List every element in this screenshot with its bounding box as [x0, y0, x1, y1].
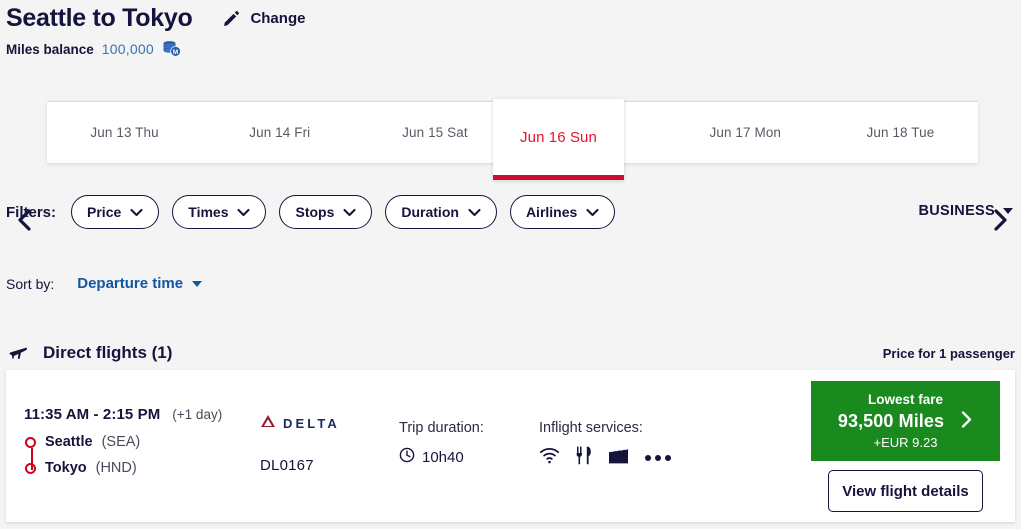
caret-down-icon [192, 280, 203, 287]
duration-label: Trip duration: [399, 420, 484, 436]
filters-row: Filters: Price Times Stops Duration Airl… [6, 195, 616, 229]
origin-dot-icon [25, 436, 36, 448]
origin-row: Seattle (SEA) [24, 429, 222, 455]
filter-stops-button[interactable]: Stops [279, 195, 373, 229]
filter-price-label: Price [87, 204, 122, 220]
change-label: Change [250, 10, 306, 27]
sort-row: Sort by: Departure time [6, 275, 203, 292]
cabin-class-selector[interactable]: BUSINESS [918, 203, 1013, 219]
select-fare-button[interactable]: Lowest fare 93,500 Miles +EUR 9.23 [811, 381, 1000, 461]
flight-times: 11:35 AM - 2:15 PM [24, 406, 161, 423]
page-header: Seattle to Tokyo Change Miles balance 10… [0, 0, 1021, 58]
filter-duration-button[interactable]: Duration [385, 195, 497, 229]
fare-label: Lowest fare [867, 392, 944, 407]
filter-airlines-label: Airlines [525, 204, 578, 220]
entertainment-icon [608, 446, 629, 470]
route-row: Seattle to Tokyo Change [6, 4, 1021, 33]
duration-value-row: 10h40 [399, 447, 484, 468]
more-icon[interactable] [645, 455, 671, 461]
dot [645, 455, 651, 461]
pencil-icon [222, 9, 241, 28]
section-title-group: Direct flights (1) [8, 340, 172, 366]
chevron-down-icon [468, 204, 481, 220]
filter-times-label: Times [188, 204, 229, 220]
date-tab-0[interactable]: Jun 13 Thu [47, 125, 202, 140]
date-strip: Jun 13 Thu Jun 14 Fri Jun 15 Sat Jun 16 … [47, 99, 978, 180]
fare-miles: 93,500 Miles [837, 410, 945, 431]
section-title: Direct flights (1) [43, 343, 173, 362]
route-connector-line [30, 448, 33, 470]
date-tab-2[interactable]: Jun 15 Sat [357, 125, 512, 140]
stops-block: Seattle (SEA) Tokyo (HND) [24, 429, 222, 481]
fare-main-row: 93,500 Miles [838, 410, 973, 432]
results-section-header: Direct flights (1) Price for 1 passenger [8, 340, 1015, 366]
wifi-icon [539, 447, 560, 469]
date-tab-5[interactable]: Jun 18 Tue [823, 125, 978, 140]
meal-icon [576, 446, 592, 470]
duration-block: Trip duration: 10h40 [399, 420, 484, 468]
chevron-down-icon [130, 204, 143, 220]
fare-tax: +EUR 9.23 [873, 435, 938, 450]
miles-balance-label: Miles balance [6, 41, 94, 57]
date-selector: Jun 13 Thu Jun 14 Fri Jun 15 Sat Jun 16 … [0, 88, 1021, 231]
date-tab-4[interactable]: Jun 17 Mon [668, 125, 823, 140]
svg-text:M: M [173, 49, 178, 56]
origin-code: (SEA) [101, 434, 141, 450]
destination-city: Tokyo [45, 460, 87, 476]
date-tab-1[interactable]: Jun 14 Fri [202, 125, 357, 140]
chevron-right-icon [960, 410, 973, 432]
cabin-class-label: BUSINESS [918, 203, 995, 219]
miles-balance-row: Miles balance 100,000 M [6, 40, 1021, 58]
delta-logo: DELTA [260, 414, 340, 433]
filter-times-button[interactable]: Times [172, 195, 267, 229]
miles-coin-icon: M [162, 40, 182, 58]
services-label: Inflight services: [539, 420, 643, 436]
chevron-down-icon [586, 204, 599, 220]
change-search-button[interactable]: Change [222, 9, 305, 28]
duration-value: 10h40 [422, 449, 464, 466]
services-icons [539, 446, 671, 470]
filter-price-button[interactable]: Price [71, 195, 160, 229]
plus-day-badge: (+1 day) [172, 407, 223, 422]
sort-by-label: Sort by: [6, 275, 55, 292]
sort-by-value: Departure time [77, 275, 184, 292]
filters-label: Filters: [6, 203, 57, 221]
airline-name: DELTA [283, 416, 340, 431]
chevron-down-icon [237, 204, 251, 220]
caret-down-icon [1003, 208, 1013, 214]
flight-search-page: Seattle to Tokyo Change Miles balance 10… [0, 0, 1021, 529]
page-title: Seattle to Tokyo [6, 4, 193, 32]
clock-icon [399, 447, 415, 468]
miles-balance-value: 100,000 [101, 41, 154, 57]
itinerary-block: 11:35 AM - 2:15 PM (+1 day) Seattle (SEA… [24, 406, 222, 481]
dot [655, 455, 661, 461]
delta-triangle-icon [260, 414, 276, 433]
filter-stops-label: Stops [295, 204, 335, 220]
filter-airlines-button[interactable]: Airlines [509, 195, 616, 229]
destination-row: Tokyo (HND) [24, 455, 222, 481]
passenger-price-note: Price for 1 passenger [882, 345, 1015, 361]
chevron-down-icon [343, 204, 356, 220]
date-tab-selected-label: Jun 16 Sun [520, 128, 597, 146]
dot [665, 455, 671, 461]
view-flight-details-button[interactable]: View flight details [828, 470, 983, 512]
flight-number: DL0167 [260, 457, 314, 474]
filter-duration-label: Duration [401, 204, 459, 220]
date-tab-selected[interactable]: Jun 16 Sun [493, 99, 624, 180]
airplane-icon [8, 340, 29, 366]
times-line: 11:35 AM - 2:15 PM (+1 day) [24, 406, 222, 423]
destination-code: (HND) [95, 460, 137, 476]
sort-by-selector[interactable]: Departure time [77, 275, 203, 292]
carrier-block: DELTA DL0167 [260, 414, 340, 474]
origin-city: Seattle [45, 434, 93, 450]
services-block: Inflight services: [539, 420, 671, 470]
